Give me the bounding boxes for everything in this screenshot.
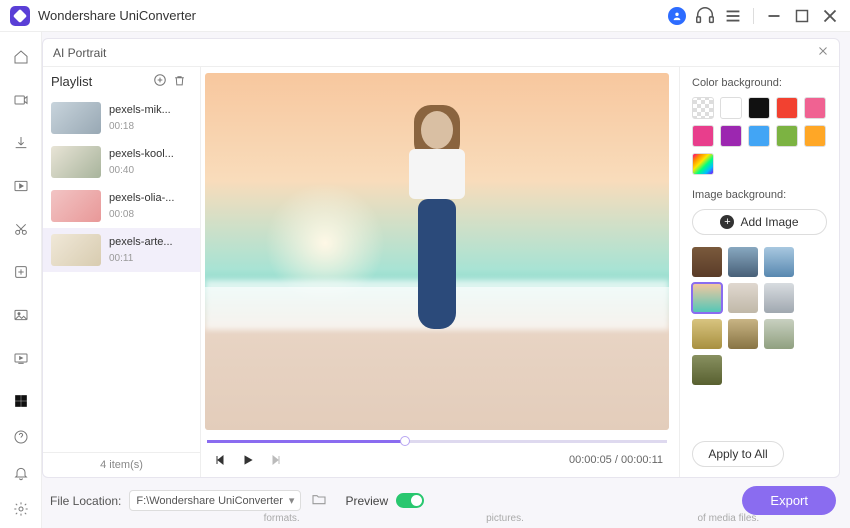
next-frame-icon[interactable]	[267, 451, 285, 469]
playlist-item-duration: 00:18	[109, 121, 189, 132]
color-swatch[interactable]	[748, 125, 770, 147]
color-swatch[interactable]	[776, 97, 798, 119]
export-button[interactable]: Export	[742, 486, 836, 515]
color-swatch[interactable]	[776, 125, 798, 147]
rail-tools-icon[interactable]	[10, 390, 32, 412]
rail-cut-icon[interactable]	[10, 218, 32, 240]
panel-header: AI Portrait	[43, 39, 839, 67]
rail-home-icon[interactable]	[10, 46, 32, 68]
rail-image-icon[interactable]	[10, 304, 32, 326]
image-thumb[interactable]	[728, 283, 758, 313]
panel-title: AI Portrait	[53, 46, 106, 60]
file-location-select[interactable]: F:\Wondershare UniConverter ▾	[129, 490, 301, 511]
add-image-label: Add Image	[740, 215, 798, 229]
transport-bar: 00:00:05 / 00:00:11	[205, 447, 669, 473]
color-swatch[interactable]	[804, 97, 826, 119]
playlist-pane: Playlist pexels-mik... 00:18 pexels-kool…	[43, 67, 201, 477]
color-swatches	[692, 97, 827, 175]
close-icon[interactable]	[817, 45, 829, 60]
delete-icon[interactable]	[173, 74, 186, 90]
left-rail	[0, 32, 42, 528]
ai-portrait-panel: AI Portrait Playlist pexels-mik... 00:18…	[42, 38, 840, 478]
app-logo	[10, 6, 30, 26]
add-image-button[interactable]: + Add Image	[692, 209, 827, 235]
image-thumb[interactable]	[764, 283, 794, 313]
titlebar: Wondershare UniConverter	[0, 0, 850, 32]
main-area: AI Portrait Playlist pexels-mik... 00:18…	[42, 32, 850, 528]
image-bg-label: Image background:	[692, 189, 827, 201]
playlist-thumb	[51, 190, 101, 222]
color-swatch[interactable]	[692, 125, 714, 147]
playlist-thumb	[51, 146, 101, 178]
image-thumbs	[692, 247, 827, 385]
add-media-icon[interactable]	[153, 73, 167, 90]
image-thumb[interactable]	[692, 247, 722, 277]
image-thumb[interactable]	[692, 355, 722, 385]
playlist-item-name: pexels-kool...	[109, 148, 189, 160]
playlist-item[interactable]: pexels-arte... 00:11	[43, 228, 200, 272]
rail-help-icon[interactable]	[10, 426, 32, 448]
image-thumb[interactable]	[764, 319, 794, 349]
color-bg-label: Color background:	[692, 77, 827, 89]
file-location-label: File Location:	[50, 494, 121, 508]
seek-bar[interactable]	[207, 440, 667, 443]
playlist-item-duration: 00:40	[109, 165, 189, 176]
headset-icon[interactable]	[694, 5, 716, 27]
prev-frame-icon[interactable]	[211, 451, 229, 469]
playlist-item[interactable]: pexels-kool... 00:40	[43, 140, 200, 184]
playlist-thumb	[51, 234, 101, 266]
color-swatch[interactable]	[748, 97, 770, 119]
play-icon[interactable]	[239, 451, 257, 469]
rail-add-icon[interactable]	[10, 261, 32, 283]
image-thumb[interactable]	[764, 247, 794, 277]
playlist-item-duration: 00:11	[109, 253, 189, 264]
playlist-item-name: pexels-mik...	[109, 104, 189, 116]
apply-all-button[interactable]: Apply to All	[692, 441, 784, 467]
app-title: Wondershare UniConverter	[38, 8, 196, 23]
rail-tv-icon[interactable]	[10, 347, 32, 369]
rail-video-icon[interactable]	[10, 89, 32, 111]
bottom-bar: File Location: F:\Wondershare UniConvert…	[42, 478, 850, 515]
time-display: 00:00:05 / 00:00:11	[569, 454, 663, 466]
plus-icon: +	[720, 215, 734, 229]
user-icon[interactable]	[666, 5, 688, 27]
file-location-path: F:\Wondershare UniConverter	[136, 495, 283, 507]
color-swatch[interactable]	[692, 97, 714, 119]
image-thumb[interactable]	[728, 247, 758, 277]
rail-settings-icon[interactable]	[10, 498, 32, 520]
color-swatch[interactable]	[720, 97, 742, 119]
window-minimize-icon[interactable]	[763, 5, 785, 27]
rail-bell-icon[interactable]	[10, 462, 32, 484]
playlist-item[interactable]: pexels-mik... 00:18	[43, 96, 200, 140]
rail-download-icon[interactable]	[10, 132, 32, 154]
image-thumb[interactable]	[728, 319, 758, 349]
playlist-label: Playlist	[51, 74, 92, 89]
right-pane: Color background: Image background: + Ad…	[679, 67, 839, 477]
color-swatch[interactable]	[692, 153, 714, 175]
playlist-item-duration: 00:08	[109, 209, 189, 220]
playlist-item-name: pexels-arte...	[109, 236, 189, 248]
preview-toggle-label: Preview	[345, 494, 388, 508]
playlist-count: 4 item(s)	[43, 452, 200, 477]
color-swatch[interactable]	[804, 125, 826, 147]
open-folder-icon[interactable]	[311, 491, 327, 510]
image-thumb[interactable]	[692, 283, 722, 313]
window-maximize-icon[interactable]	[791, 5, 813, 27]
color-swatch[interactable]	[720, 125, 742, 147]
playlist-item[interactable]: pexels-olia-... 00:08	[43, 184, 200, 228]
playlist-thumb	[51, 102, 101, 134]
preview-toggle[interactable]	[396, 493, 424, 508]
rail-player-icon[interactable]	[10, 175, 32, 197]
menu-icon[interactable]	[722, 5, 744, 27]
window-close-icon[interactable]	[819, 5, 841, 27]
preview-pane: 00:00:05 / 00:00:11	[201, 67, 679, 477]
preview-canvas[interactable]	[205, 73, 669, 430]
chevron-down-icon: ▾	[289, 494, 295, 507]
playlist-item-name: pexels-olia-...	[109, 192, 189, 204]
image-thumb[interactable]	[692, 319, 722, 349]
